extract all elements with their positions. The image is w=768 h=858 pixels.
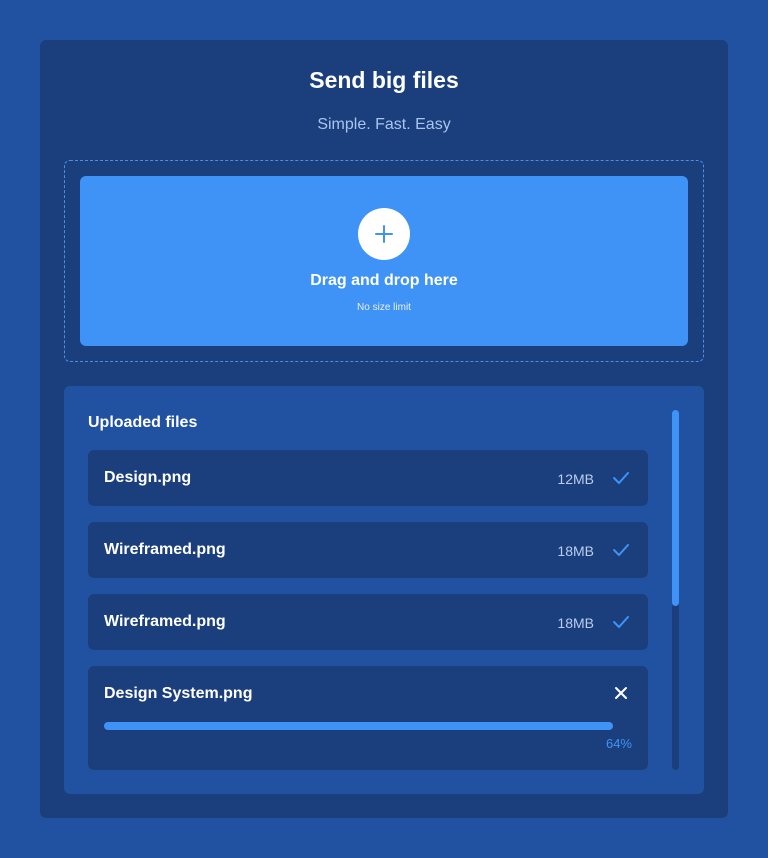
file-name: Wireframed.png bbox=[104, 613, 226, 630]
file-row[interactable]: Wireframed.png 18MB bbox=[88, 594, 648, 650]
file-size: 12MB bbox=[557, 471, 594, 487]
close-icon[interactable] bbox=[614, 686, 628, 700]
files-scrollbar-thumb[interactable] bbox=[672, 410, 679, 606]
check-icon bbox=[613, 616, 629, 628]
upload-card: Send big files Simple. Fast. Easy Drag a… bbox=[40, 40, 728, 818]
files-scrollbar[interactable] bbox=[672, 410, 679, 770]
uploading-file-row: Design System.png 64% bbox=[88, 666, 648, 770]
uploaded-files-panel: Uploaded files Design.png 12MB Wireframe… bbox=[64, 386, 704, 794]
file-size: 18MB bbox=[557, 615, 594, 631]
check-icon bbox=[613, 472, 629, 484]
upload-progress-fill bbox=[104, 722, 613, 730]
page-title: Send big files bbox=[309, 67, 459, 93]
uploaded-files-heading: Uploaded files bbox=[88, 414, 198, 431]
file-row[interactable]: Design.png 12MB bbox=[88, 450, 648, 506]
upload-progress-bar bbox=[104, 722, 613, 730]
page-subtitle: Simple. Fast. Easy bbox=[317, 116, 451, 133]
plus-icon bbox=[375, 225, 393, 243]
dropzone-hint: No size limit bbox=[357, 302, 411, 313]
file-row[interactable]: Wireframed.png 18MB bbox=[88, 522, 648, 578]
file-name: Design.png bbox=[104, 469, 192, 486]
add-file-button[interactable] bbox=[358, 208, 410, 260]
dropzone-label: Drag and drop here bbox=[310, 272, 458, 289]
check-icon bbox=[613, 544, 629, 556]
file-size: 18MB bbox=[557, 543, 594, 559]
dropzone-outline: Drag and drop here No size limit bbox=[64, 160, 704, 362]
file-dropzone[interactable]: Drag and drop here No size limit bbox=[80, 176, 688, 346]
upload-progress-percent: 64% bbox=[605, 736, 632, 751]
file-name: Wireframed.png bbox=[104, 541, 226, 558]
file-name: Design System.png bbox=[104, 685, 253, 702]
